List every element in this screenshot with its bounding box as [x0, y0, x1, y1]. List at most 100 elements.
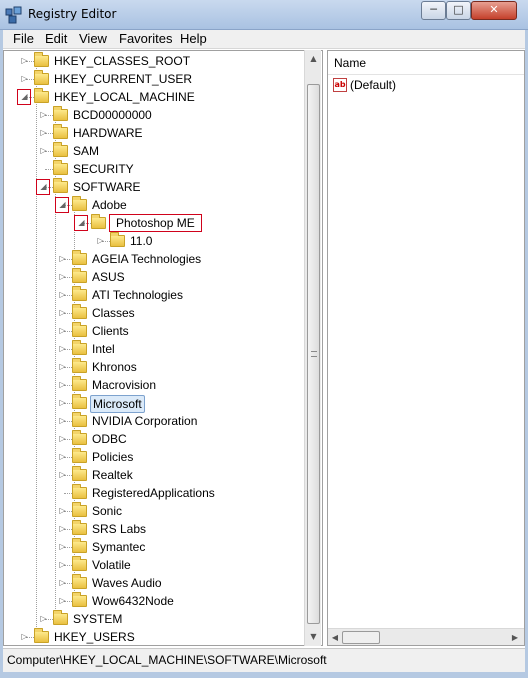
- expand-arrow-icon[interactable]: ▷: [58, 506, 67, 516]
- tree-node-label[interactable]: RegisteredApplications: [90, 485, 217, 501]
- expand-arrow-icon[interactable]: ▷: [58, 398, 67, 408]
- scroll-thumb[interactable]: [307, 84, 320, 624]
- tree-node-label[interactable]: SAM: [71, 143, 101, 159]
- expand-arrow-icon[interactable]: ▷: [39, 614, 48, 624]
- expand-arrow-icon[interactable]: ▷: [58, 290, 67, 300]
- tree-node[interactable]: ▷ NVIDIA Corporation: [4, 412, 304, 430]
- tree-node[interactable]: ▷ AGEIA Technologies: [4, 250, 304, 268]
- tree-node[interactable]: ▷ ATI Technologies: [4, 286, 304, 304]
- menu-favorites[interactable]: Favorites: [117, 31, 174, 46]
- values-list[interactable]: Name ab (Default): [327, 50, 525, 646]
- expand-arrow-icon[interactable]: ▷: [20, 56, 29, 66]
- scroll-down-arrow-icon[interactable]: ▼: [305, 628, 322, 645]
- tree-node-label[interactable]: AGEIA Technologies: [90, 251, 203, 267]
- expand-arrow-icon[interactable]: ▷: [20, 74, 29, 84]
- tree-node[interactable]: ▷ Khronos: [4, 358, 304, 376]
- tree-node-label[interactable]: Microsoft: [90, 395, 145, 413]
- tree-node-label[interactable]: ODBC: [90, 431, 129, 447]
- tree-node[interactable]: ▷ Wow6432Node: [4, 592, 304, 610]
- tree-node[interactable]: ▷ Intel: [4, 340, 304, 358]
- tree-node-label[interactable]: BCD00000000: [71, 107, 154, 123]
- tree-node[interactable]: ▷ Realtek: [4, 466, 304, 484]
- expand-arrow-icon[interactable]: ▷: [58, 362, 67, 372]
- expand-arrow-icon[interactable]: ▷: [20, 632, 29, 642]
- tree-node-label[interactable]: Photoshop ME: [109, 214, 202, 232]
- tree-node[interactable]: ▷ Sonic: [4, 502, 304, 520]
- value-name-default[interactable]: (Default): [350, 78, 396, 92]
- tree-node-label[interactable]: HKEY_USERS: [52, 629, 137, 645]
- tree-node[interactable]: ▷ HKEY_USERS: [4, 628, 304, 645]
- maximize-button[interactable]: □: [446, 1, 471, 20]
- tree-node-label[interactable]: Policies: [90, 449, 135, 465]
- tree-node[interactable]: ◢ HKEY_LOCAL_MACHINE: [4, 88, 304, 106]
- tree-node-label[interactable]: Sonic: [90, 503, 124, 519]
- tree-node[interactable]: SECURITY: [4, 160, 304, 178]
- tree-node-label[interactable]: SOFTWARE: [71, 179, 143, 195]
- registry-tree[interactable]: ▷ HKEY_CLASSES_ROOT ▷ HKEY_CURRENT_USER ◢ HKE…: [3, 50, 323, 646]
- tree-node[interactable]: ▷ SYSTEM: [4, 610, 304, 628]
- tree-node[interactable]: ▷ ODBC: [4, 430, 304, 448]
- tree-node-label[interactable]: ASUS: [90, 269, 127, 285]
- expand-arrow-icon[interactable]: ▷: [39, 110, 48, 120]
- tree-node[interactable]: ◢ Photoshop ME: [4, 214, 304, 232]
- tree-node[interactable]: ◢ Adobe: [4, 196, 304, 214]
- expand-arrow-icon[interactable]: ▷: [39, 146, 48, 156]
- menu-help[interactable]: Help: [178, 31, 209, 46]
- tree-node[interactable]: ▷ Waves Audio: [4, 574, 304, 592]
- tree-node-label[interactable]: NVIDIA Corporation: [90, 413, 199, 429]
- expand-arrow-icon[interactable]: ▷: [58, 560, 67, 570]
- tree-node[interactable]: ▷ Clients: [4, 322, 304, 340]
- tree-node-label[interactable]: Realtek: [90, 467, 135, 483]
- expand-arrow-icon[interactable]: ▷: [58, 416, 67, 426]
- tree-node[interactable]: ◢ SOFTWARE: [4, 178, 304, 196]
- expand-arrow-icon[interactable]: ▷: [58, 542, 67, 552]
- tree-node-label[interactable]: Classes: [90, 305, 137, 321]
- menu-edit[interactable]: Edit: [43, 31, 69, 46]
- tree-node[interactable]: ▷ SRS Labs: [4, 520, 304, 538]
- tree-node[interactable]: ▷ ASUS: [4, 268, 304, 286]
- tree-node-label[interactable]: 11.0: [128, 233, 154, 249]
- tree-node-label[interactable]: Khronos: [90, 359, 139, 375]
- tree-node-label[interactable]: SECURITY: [71, 161, 136, 177]
- tree-node-label[interactable]: Clients: [90, 323, 131, 339]
- tree-node-label[interactable]: HKEY_CLASSES_ROOT: [52, 53, 192, 69]
- tree-node[interactable]: ▷ Policies: [4, 448, 304, 466]
- tree-node-label[interactable]: Volatile: [90, 557, 133, 573]
- tree-node-label[interactable]: HKEY_CURRENT_USER: [52, 71, 194, 87]
- tree-node[interactable]: ▷ Microsoft: [4, 394, 304, 413]
- tree-node[interactable]: ▷ HARDWARE: [4, 124, 304, 142]
- minimize-button[interactable]: ─: [421, 1, 446, 20]
- tree-node[interactable]: ▷ Volatile: [4, 556, 304, 574]
- menu-file[interactable]: File: [11, 31, 36, 46]
- expand-arrow-icon[interactable]: ▷: [58, 596, 67, 606]
- tree-node[interactable]: RegisteredApplications: [4, 484, 304, 502]
- expand-arrow-icon[interactable]: ▷: [96, 236, 105, 246]
- expand-arrow-icon[interactable]: ▷: [58, 326, 67, 336]
- close-button[interactable]: ✕: [471, 1, 517, 20]
- tree-node-label[interactable]: SYSTEM: [71, 611, 124, 627]
- expand-arrow-icon[interactable]: ▷: [39, 128, 48, 138]
- tree-node-label[interactable]: Symantec: [90, 539, 147, 555]
- tree-node-label[interactable]: ATI Technologies: [90, 287, 185, 303]
- expand-arrow-icon[interactable]: ▷: [58, 308, 67, 318]
- menu-view[interactable]: View: [77, 31, 109, 46]
- tree-node-label[interactable]: Waves Audio: [90, 575, 164, 591]
- tree-node-label[interactable]: HARDWARE: [71, 125, 145, 141]
- scroll-left-arrow-icon[interactable]: ◀: [328, 629, 342, 646]
- tree-node-label[interactable]: HKEY_LOCAL_MACHINE: [52, 89, 197, 105]
- expand-arrow-icon[interactable]: ▷: [58, 254, 67, 264]
- expand-arrow-icon[interactable]: ▷: [58, 524, 67, 534]
- expand-arrow-icon[interactable]: ▷: [58, 452, 67, 462]
- tree-node[interactable]: ▷ 11.0: [4, 232, 304, 250]
- expand-arrow-icon[interactable]: ▷: [58, 434, 67, 444]
- tree-node[interactable]: ▷ Classes: [4, 304, 304, 322]
- expand-arrow-icon[interactable]: ▷: [58, 380, 67, 390]
- tree-node-label[interactable]: Adobe: [90, 197, 129, 213]
- tree-node-label[interactable]: Intel: [90, 341, 117, 357]
- tree-node[interactable]: ▷ Macrovision: [4, 376, 304, 394]
- expand-arrow-icon[interactable]: ▷: [58, 272, 67, 282]
- tree-node[interactable]: ▷ HKEY_CLASSES_ROOT: [4, 52, 304, 70]
- hscroll-thumb[interactable]: [342, 631, 380, 644]
- expand-arrow-icon[interactable]: ▷: [58, 470, 67, 480]
- scroll-right-arrow-icon[interactable]: ▶: [508, 629, 522, 646]
